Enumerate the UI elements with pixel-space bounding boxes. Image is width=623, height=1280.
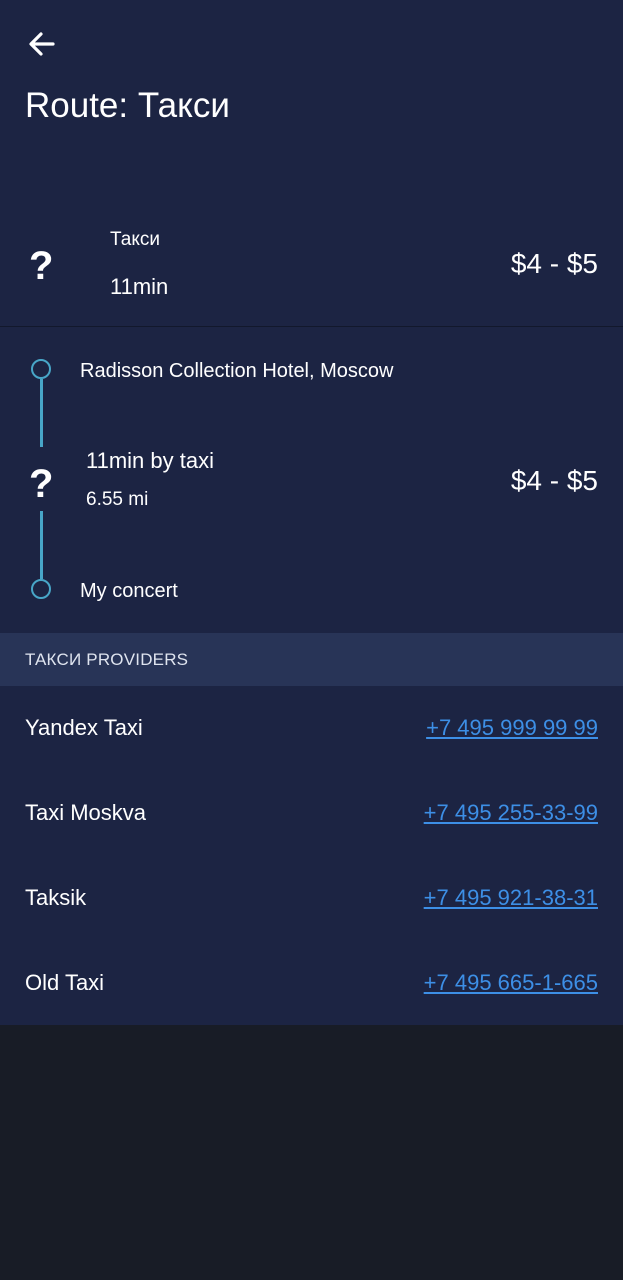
transport-mode-label: Такси	[110, 229, 160, 250]
arrow-left-icon	[29, 32, 55, 56]
origin-label: Radisson Collection Hotel, Moscow	[80, 360, 394, 382]
route-line-top	[40, 379, 43, 447]
origin-node-icon	[31, 359, 51, 379]
provider-phone-link[interactable]: +7 495 665-1-665	[424, 969, 598, 997]
provider-phone-link[interactable]: +7 495 999 99 99	[426, 714, 598, 742]
provider-row: Taxi Moskva +7 495 255-33-99	[0, 771, 623, 856]
route-detail: Radisson Collection Hotel, Moscow ? 11mi…	[0, 327, 623, 633]
page-title: Route: Такси	[25, 86, 230, 125]
providers-header-label: ТАКСИ PROVIDERS	[25, 650, 189, 669]
provider-phone-link[interactable]: +7 495 921-38-31	[424, 884, 598, 912]
route-line-bottom	[40, 511, 43, 579]
unknown-transport-icon: ?	[29, 244, 54, 288]
provider-row: Old Taxi +7 495 665-1-665	[0, 941, 623, 1026]
providers-section-header: ТАКСИ PROVIDERS	[0, 633, 623, 686]
segment-distance: 6.55 mi	[86, 489, 149, 510]
provider-row: Taksik +7 495 921-38-31	[0, 856, 623, 941]
provider-phone-link[interactable]: +7 495 255-33-99	[424, 799, 598, 827]
segment-transport-icon: ?	[29, 462, 54, 506]
trip-price: $4 - $5	[510, 248, 598, 279]
back-button[interactable]	[22, 24, 62, 64]
provider-name: Taksik	[25, 885, 87, 910]
route-screen: Route: Такси ? Такси 11min $4 - $5 Radis…	[0, 0, 623, 1025]
trip-duration: 11min	[110, 274, 169, 299]
destination-node-icon	[31, 579, 51, 599]
segment-title: 11min by taxi	[86, 448, 214, 473]
provider-name: Taxi Moskva	[25, 800, 147, 825]
route-summary-card[interactable]: ? Такси 11min $4 - $5	[0, 205, 623, 327]
provider-name: Old Taxi	[25, 970, 105, 995]
destination-label: My concert	[80, 580, 178, 602]
provider-name: Yandex Taxi	[25, 715, 143, 740]
provider-row: Yandex Taxi +7 495 999 99 99	[0, 686, 623, 771]
segment-price: $4 - $5	[510, 465, 598, 496]
